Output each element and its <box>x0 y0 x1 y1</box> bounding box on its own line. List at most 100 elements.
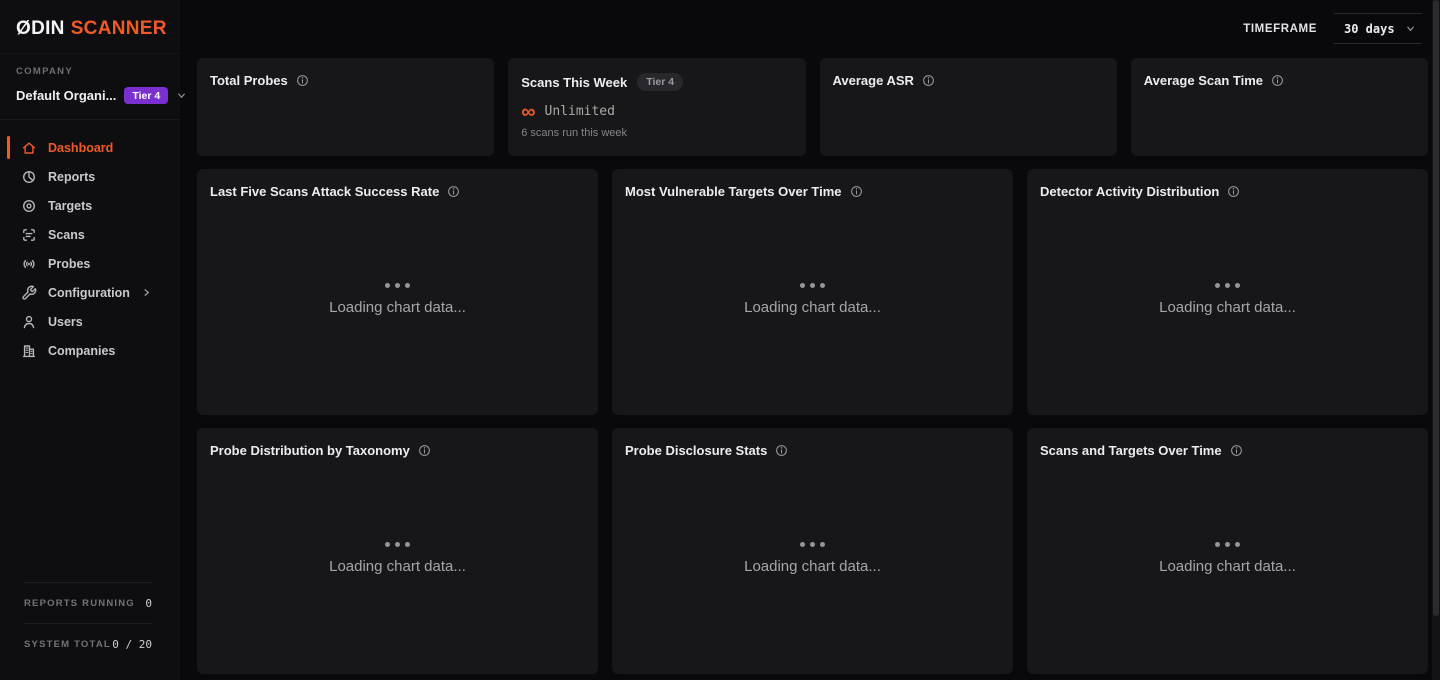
loading-text: Loading chart data... <box>744 299 881 316</box>
vertical-scrollbar[interactable] <box>1432 0 1440 680</box>
app-root: ØDIN SCANNER COMPANY Default Organi... Ti… <box>0 0 1440 680</box>
timeframe-value: 30 days <box>1344 22 1395 36</box>
dashboard-content: Total Probes Scans This Week Tier 4 ∞ Un… <box>180 57 1440 680</box>
broadcast-icon <box>21 256 37 272</box>
chart-cards-row-1: Last Five Scans Attack Success Rate Load… <box>197 169 1428 415</box>
home-icon <box>21 140 37 156</box>
timeframe-label: TIMEFRAME <box>1243 23 1317 35</box>
loading-text: Loading chart data... <box>744 558 881 575</box>
loading-text: Loading chart data... <box>1159 558 1296 575</box>
sidebar-item-label: Users <box>48 315 83 329</box>
chart-loading-state: Loading chart data... <box>210 458 585 659</box>
sidebar-item-label: Scans <box>48 228 85 242</box>
tier-pill-badge: Tier 4 <box>637 73 683 91</box>
sidebar-item-targets[interactable]: Targets <box>0 191 180 220</box>
sidebar-item-label: Companies <box>48 344 115 358</box>
info-icon[interactable] <box>447 185 460 198</box>
loading-dots-icon <box>385 542 410 547</box>
sidebar-item-dashboard[interactable]: Dashboard <box>0 133 180 162</box>
chart-loading-state: Loading chart data... <box>625 199 1000 400</box>
chart-loading-state: Loading chart data... <box>625 458 1000 659</box>
loading-text: Loading chart data... <box>329 299 466 316</box>
info-icon[interactable] <box>296 74 309 87</box>
card-title: Average Scan Time <box>1144 73 1263 88</box>
loading-dots-icon <box>800 283 825 288</box>
scrollbar-thumb[interactable] <box>1433 0 1439 616</box>
sidebar-item-label: Targets <box>48 199 92 213</box>
card-title: Scans This Week <box>521 75 627 90</box>
sidebar-item-label: Configuration <box>48 286 130 300</box>
scans-targets-over-time-card: Scans and Targets Over Time Loading char… <box>1027 428 1428 674</box>
company-selector[interactable]: Default Organi... Tier 4 <box>16 87 164 104</box>
sidebar-item-reports[interactable]: Reports <box>0 162 180 191</box>
sidebar-stats: REPORTS RUNNING 0 SYSTEM TOTAL 0 / 20 <box>0 582 180 680</box>
timeframe-select[interactable]: 30 days <box>1334 13 1422 44</box>
sidebar-item-label: Reports <box>48 170 95 184</box>
chevron-right-icon <box>141 287 152 298</box>
reports-running-label: REPORTS RUNNING <box>24 598 135 609</box>
sidebar-item-probes[interactable]: Probes <box>0 249 180 278</box>
app-logo: ØDIN SCANNER <box>0 0 180 54</box>
card-title: Most Vulnerable Targets Over Time <box>625 184 842 199</box>
loading-text: Loading chart data... <box>1159 299 1296 316</box>
system-total-label: SYSTEM TOTAL <box>24 639 111 650</box>
detector-activity-card: Detector Activity Distribution Loading c… <box>1027 169 1428 415</box>
sidebar: ØDIN SCANNER COMPANY Default Organi... Ti… <box>0 0 180 680</box>
loading-text: Loading chart data... <box>329 558 466 575</box>
target-icon <box>21 198 37 214</box>
sidebar-item-label: Dashboard <box>48 141 113 155</box>
active-indicator <box>7 136 10 159</box>
info-icon[interactable] <box>1227 185 1240 198</box>
info-icon[interactable] <box>1271 74 1284 87</box>
pie-chart-icon <box>21 169 37 185</box>
last-five-scans-asr-card: Last Five Scans Attack Success Rate Load… <box>197 169 598 415</box>
reports-running-stat: REPORTS RUNNING 0 <box>24 582 152 623</box>
logo-primary: ØDIN <box>16 18 65 39</box>
wrench-icon <box>21 285 37 301</box>
topbar: TIMEFRAME 30 days <box>180 0 1440 57</box>
card-title: Scans and Targets Over Time <box>1040 443 1222 458</box>
most-vulnerable-targets-card: Most Vulnerable Targets Over Time Loadin… <box>612 169 1013 415</box>
probe-distribution-taxonomy-card: Probe Distribution by Taxonomy Loading c… <box>197 428 598 674</box>
reports-running-value: 0 <box>145 597 152 610</box>
main-area: TIMEFRAME 30 days Total Probes <box>180 0 1440 680</box>
card-title: Probe Disclosure Stats <box>625 443 767 458</box>
average-asr-card: Average ASR <box>820 58 1117 156</box>
scans-subtext: 6 scans run this week <box>521 127 792 139</box>
chevron-down-icon <box>1405 23 1416 34</box>
info-icon[interactable] <box>1230 444 1243 457</box>
loading-dots-icon <box>800 542 825 547</box>
company-label: COMPANY <box>16 66 164 77</box>
chart-loading-state: Loading chart data... <box>1040 199 1415 400</box>
user-icon <box>21 314 37 330</box>
chart-loading-state: Loading chart data... <box>210 199 585 400</box>
sidebar-item-scans[interactable]: Scans <box>0 220 180 249</box>
loading-dots-icon <box>1215 542 1240 547</box>
scans-this-week-card: Scans This Week Tier 4 ∞ Unlimited 6 sca… <box>508 58 805 156</box>
scan-frame-icon <box>21 227 37 243</box>
sidebar-nav: Dashboard Reports Targets Scans <box>0 120 180 378</box>
card-title: Detector Activity Distribution <box>1040 184 1219 199</box>
probe-disclosure-stats-card: Probe Disclosure Stats Loading chart dat… <box>612 428 1013 674</box>
info-icon[interactable] <box>775 444 788 457</box>
card-title: Probe Distribution by Taxonomy <box>210 443 410 458</box>
info-icon[interactable] <box>418 444 431 457</box>
logo-secondary: SCANNER <box>71 18 167 39</box>
sidebar-item-configuration[interactable]: Configuration <box>0 278 180 307</box>
tier-badge: Tier 4 <box>124 87 168 104</box>
sidebar-item-label: Probes <box>48 257 90 271</box>
info-icon[interactable] <box>922 74 935 87</box>
loading-dots-icon <box>1215 283 1240 288</box>
chart-cards-row-2: Probe Distribution by Taxonomy Loading c… <box>197 428 1428 674</box>
card-title: Total Probes <box>210 73 288 88</box>
sidebar-item-users[interactable]: Users <box>0 307 180 336</box>
card-title: Average ASR <box>833 73 914 88</box>
info-icon[interactable] <box>850 185 863 198</box>
company-section: COMPANY Default Organi... Tier 4 <box>0 54 180 120</box>
total-probes-card: Total Probes <box>197 58 494 156</box>
building-icon <box>21 343 37 359</box>
stat-cards-row: Total Probes Scans This Week Tier 4 ∞ Un… <box>197 58 1428 156</box>
sidebar-item-companies[interactable]: Companies <box>0 336 180 365</box>
system-total-value: 0 / 20 <box>112 638 152 651</box>
card-title: Last Five Scans Attack Success Rate <box>210 184 439 199</box>
